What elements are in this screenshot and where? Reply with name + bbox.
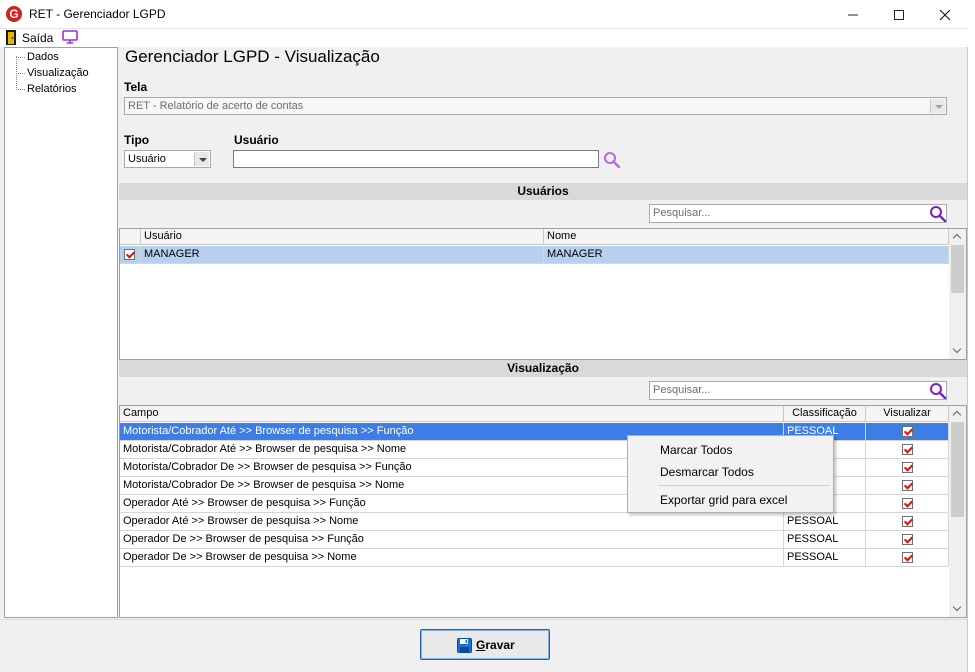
tree-connector [16,57,25,58]
classificacao-cell: PESSOAL [784,549,866,566]
checkbox[interactable] [902,444,913,455]
close-icon [939,9,951,21]
view-section-header: Visualização [119,360,967,377]
usuario-search-icon[interactable] [603,151,621,168]
title-bar: G RET - Gerenciador LGPD [0,0,968,29]
classificacao-cell: PESSOAL [784,531,866,548]
table-row[interactable]: Operador De >> Browser de pesquisa >> No… [120,549,949,567]
users-scrollbar[interactable] [949,229,966,359]
view-grid: Campo Classificação Visualizar Motorista… [119,405,967,618]
users-col-nome[interactable]: Nome [544,229,949,245]
page-title: Gerenciador LGPD - Visualização [125,47,380,66]
checkbox[interactable] [902,534,913,545]
visualizar-cell[interactable] [866,495,949,512]
usuario-cell: MANAGER [141,246,544,263]
view-search-icon[interactable] [929,382,947,399]
maximize-icon [894,10,904,20]
chevron-down-icon [194,152,209,166]
app-window: G RET - Gerenciador LGPD Saída Dados Vis… [0,0,968,672]
visualizar-cell[interactable] [866,423,949,440]
users-col-usuario[interactable]: Usuário [141,229,544,245]
view-col-visualizar[interactable]: Visualizar [866,406,949,422]
checkbox[interactable] [902,516,913,527]
minimize-button[interactable] [830,0,876,29]
scroll-thumb[interactable] [951,422,964,517]
checkbox[interactable] [902,480,913,491]
footer-divider [0,619,968,620]
visualizar-cell[interactable] [866,477,949,494]
checkbox[interactable] [902,462,913,473]
navigation-tree: Dados Visualização Relatórios [4,47,118,618]
toolbar: Saída [0,29,968,47]
campo-cell: Operador Até >> Browser de pesquisa >> N… [120,513,784,530]
row-check-cell[interactable] [120,246,141,263]
exit-door-icon [6,30,16,45]
save-button[interactable]: Gravar [420,629,550,660]
scroll-thumb[interactable] [951,245,964,293]
visualizar-cell[interactable] [866,459,949,476]
table-row[interactable]: MANAGER MANAGER [120,246,949,264]
checkbox[interactable] [902,552,913,563]
view-search-input[interactable]: Pesquisar... [649,381,947,400]
checkbox[interactable] [124,249,135,260]
floppy-disk-icon [457,638,472,653]
tela-select-value: RET - Relatório de acerto de contas [128,100,304,112]
app-logo-icon: G [6,6,22,22]
view-scrollbar[interactable] [949,406,966,617]
scroll-up-icon[interactable] [953,410,961,418]
menu-item-marcar-todos[interactable]: Marcar Todos [660,443,732,457]
chevron-down-icon [930,99,945,113]
context-menu: Marcar Todos Desmarcar Todos Exportar gr… [627,435,834,513]
users-search-icon[interactable] [929,205,947,222]
checkbox[interactable] [902,498,913,509]
table-row[interactable]: Operador Até >> Browser de pesquisa >> N… [120,513,949,531]
scroll-up-icon[interactable] [953,233,961,241]
menu-separator [658,485,830,486]
visualizar-cell[interactable] [866,441,949,458]
visualizar-cell[interactable] [866,513,949,530]
visualizar-cell[interactable] [866,531,949,548]
users-grid: Usuário Nome MANAGER MANAGER [119,228,967,360]
monitor-icon[interactable] [62,30,78,44]
maximize-button[interactable] [876,0,922,29]
tree-item-visualizacao[interactable]: Visualização [27,67,89,79]
users-search-input[interactable]: Pesquisar... [649,204,947,223]
tree-item-relatorios[interactable]: Relatórios [27,83,77,95]
tree-connector [16,73,25,74]
view-col-classificacao[interactable]: Classificação [784,406,866,422]
nome-cell: MANAGER [544,246,949,263]
usuario-label: Usuário [234,133,279,147]
scroll-down-icon[interactable] [953,347,961,355]
tela-select[interactable]: RET - Relatório de acerto de contas [124,97,947,115]
tipo-label: Tipo [124,133,150,147]
campo-cell: Operador De >> Browser de pesquisa >> No… [120,549,784,566]
view-col-campo[interactable]: Campo [120,406,784,422]
view-grid-header: Campo Classificação Visualizar [120,406,949,422]
menu-item-exportar-excel[interactable]: Exportar grid para excel [660,493,787,507]
checkbox[interactable] [902,426,913,437]
campo-cell: Operador De >> Browser de pesquisa >> Fu… [120,531,784,548]
users-col-check [120,229,141,245]
visualizar-cell[interactable] [866,549,949,566]
close-button[interactable] [922,0,968,29]
scroll-down-icon[interactable] [953,605,961,613]
save-label: Gravar [476,638,515,652]
tipo-select[interactable]: Usuário [124,150,211,168]
window-title: RET - Gerenciador LGPD [29,7,166,21]
classificacao-cell: PESSOAL [784,513,866,530]
tree-item-dados[interactable]: Dados [27,51,59,63]
menu-item-desmarcar-todos[interactable]: Desmarcar Todos [660,465,754,479]
table-row[interactable]: Operador De >> Browser de pesquisa >> Fu… [120,531,949,549]
usuario-input[interactable] [233,150,599,168]
tree-connector [16,89,25,90]
minimize-icon [848,14,858,16]
exit-label: Saída [22,31,54,45]
users-section-header: Usuários [119,183,967,200]
tipo-select-value: Usuário [128,153,166,165]
users-grid-header: Usuário Nome [120,229,949,245]
tela-label: Tela [124,80,148,94]
